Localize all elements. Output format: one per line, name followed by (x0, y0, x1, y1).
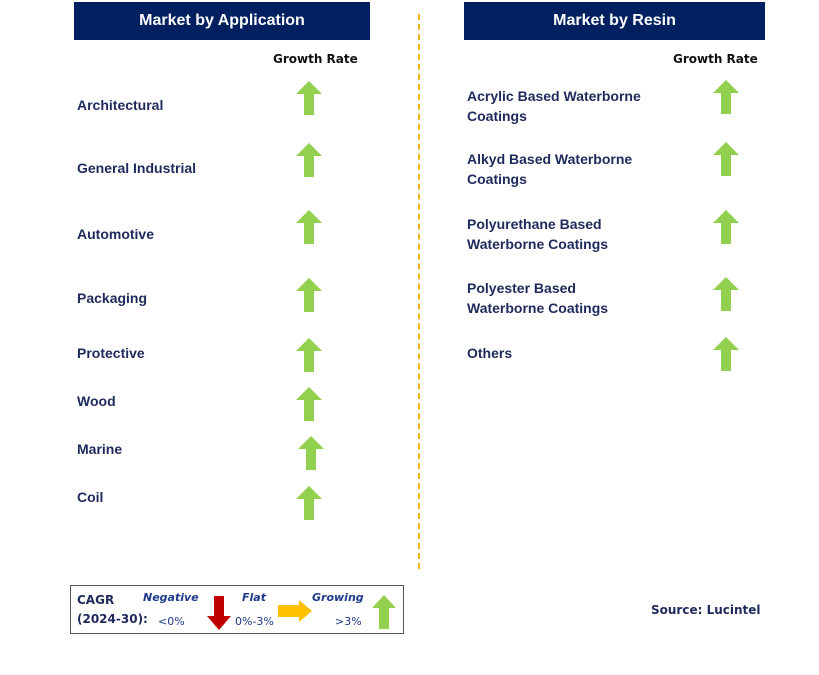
right-arrow-icon (278, 600, 312, 622)
legend-period: (2024-30): (77, 612, 148, 626)
up-arrow-icon (296, 278, 322, 312)
resin-title: Market by Resin (553, 12, 676, 29)
application-item-automotive: Automotive (77, 226, 154, 242)
application-item-coil: Coil (77, 489, 104, 505)
resin-item-line1: Alkyd Based Waterborne (467, 151, 633, 167)
legend-negative-label: Negative (143, 591, 199, 604)
resin-item-line1: Polyurethane Based (467, 216, 602, 232)
resin-item-line1: Others (467, 345, 513, 361)
up-arrow-icon (296, 387, 322, 421)
resin-growth-rate-label: Growth Rate (673, 52, 758, 66)
cagr-legend: CAGR (2024-30): Negative <0% Flat 0%-3% … (70, 585, 404, 634)
up-arrow-icon (713, 142, 739, 176)
application-item-packaging: Packaging (77, 290, 148, 306)
up-arrow-icon (713, 277, 739, 311)
up-arrow-icon (296, 338, 322, 372)
legend-flat-label: Flat (242, 591, 266, 604)
resin-item-line2: Coatings (467, 171, 527, 187)
application-growth-rate-label: Growth Rate (273, 52, 358, 66)
resin-item-line2: Waterborne Coatings (467, 300, 609, 316)
up-arrow-icon (296, 81, 322, 115)
application-item-wood: Wood (77, 393, 116, 409)
application-item-marine: Marine (77, 441, 123, 457)
section-divider (418, 14, 420, 569)
application-item-general-industrial: General Industrial (77, 160, 197, 176)
application-item-protective: Protective (77, 345, 145, 361)
up-arrow-icon (372, 595, 396, 629)
source-note: Source: Lucintel (651, 603, 761, 617)
down-arrow-icon (207, 596, 231, 630)
legend-flat-range: 0%-3% (235, 615, 274, 628)
application-header: Market by Application (74, 2, 370, 40)
up-arrow-icon (296, 143, 322, 177)
resin-header: Market by Resin (464, 2, 765, 40)
up-arrow-icon (296, 210, 322, 244)
up-arrow-icon (296, 486, 322, 520)
legend-negative-range: <0% (158, 615, 185, 628)
application-title: Market by Application (139, 12, 305, 29)
resin-item-polyurethane: Polyurethane Based Waterborne Coatings (467, 214, 608, 254)
resin-item-line2: Waterborne Coatings (467, 236, 609, 252)
legend-growing-label: Growing (312, 591, 364, 604)
up-arrow-icon (298, 436, 324, 470)
resin-item-acrylic: Acrylic Based Waterborne Coatings (467, 86, 641, 126)
up-arrow-icon (713, 80, 739, 114)
legend-growing-range: >3% (335, 615, 362, 628)
legend-cagr-label: CAGR (77, 593, 115, 607)
resin-item-polyester: Polyester Based Waterborne Coatings (467, 278, 608, 318)
resin-item-line1: Polyester Based (467, 280, 576, 296)
resin-item-line1: Acrylic Based Waterborne (467, 88, 641, 104)
resin-item-alkyd: Alkyd Based Waterborne Coatings (467, 149, 632, 189)
resin-item-line2: Coatings (467, 108, 527, 124)
resin-item-others: Others (467, 343, 512, 363)
up-arrow-icon (713, 210, 739, 244)
application-item-architectural: Architectural (77, 97, 164, 113)
up-arrow-icon (713, 337, 739, 371)
